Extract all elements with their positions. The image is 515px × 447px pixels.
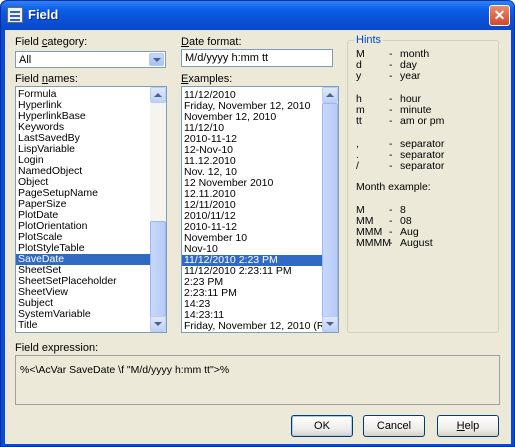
date-format-input[interactable] bbox=[182, 50, 332, 66]
examples-label: Examples: bbox=[181, 73, 233, 85]
hint-code: tt bbox=[356, 115, 362, 127]
scroll-thumb[interactable] bbox=[150, 221, 166, 317]
hints-group: Hints M - month d - day y - year h - hour m - minute tt… bbox=[347, 34, 499, 333]
hints-title: Hints bbox=[354, 34, 384, 46]
field-dialog: Field ✕ Field category: All Field names:… bbox=[0, 0, 515, 447]
dialog-body: Field category: All Field names: Formula… bbox=[5, 30, 511, 444]
date-format-label: Date format: bbox=[181, 36, 242, 48]
hint-meaning: August bbox=[400, 237, 433, 249]
field-category-value: All bbox=[19, 54, 32, 66]
window-title: Field bbox=[28, 7, 59, 22]
hint-dash: - bbox=[389, 115, 393, 127]
ok-button[interactable]: OK bbox=[291, 415, 353, 437]
hint-meaning: year bbox=[400, 70, 421, 82]
scroll-down-button[interactable] bbox=[322, 316, 338, 332]
scroll-up-button[interactable] bbox=[322, 87, 338, 103]
field-category-label: Field category: bbox=[15, 36, 88, 48]
field-dialog-icon bbox=[7, 7, 23, 23]
hint-code: MMMM bbox=[356, 237, 391, 249]
examples-scrollbar[interactable] bbox=[322, 87, 338, 332]
field-names-list[interactable]: Formula Hyperlink HyperlinkBase Keywords Las… bbox=[15, 86, 167, 333]
examples-items: 11/12/2010 Friday, November 12, 2010 Novem… bbox=[182, 90, 336, 332]
hint-meaning: separator bbox=[400, 160, 445, 172]
field-names-items: Formula Hyperlink HyperlinkBase Keywords Las… bbox=[16, 89, 150, 331]
scroll-down-button[interactable] bbox=[150, 316, 166, 332]
field-names-label: Field names: bbox=[15, 73, 78, 85]
hint-meaning: am or pm bbox=[400, 115, 445, 127]
field-expression-box: %<\AcVar SaveDate \f "M/d/yyyy h:mm tt">… bbox=[15, 355, 500, 405]
title-bar[interactable]: Field ✕ bbox=[1, 1, 514, 30]
close-button[interactable]: ✕ bbox=[489, 5, 510, 26]
list-item[interactable]: Friday, November 12, 2010 (Reg bbox=[182, 321, 336, 332]
hint-code: y bbox=[356, 70, 362, 82]
date-format-input-box[interactable] bbox=[181, 49, 333, 67]
hint-dash: - bbox=[389, 70, 393, 82]
scroll-up-button[interactable] bbox=[150, 87, 166, 103]
field-category-dropdown[interactable]: All bbox=[15, 51, 166, 68]
field-expression-text: %<\AcVar SaveDate \f "M/d/yyyy h:mm tt">… bbox=[20, 364, 230, 376]
scroll-thumb[interactable] bbox=[322, 103, 338, 318]
hint-code: / bbox=[356, 160, 359, 172]
field-expression-label: Field expression: bbox=[15, 342, 99, 354]
cancel-button[interactable]: Cancel bbox=[363, 415, 425, 437]
field-names-scrollbar[interactable] bbox=[150, 87, 166, 332]
list-item[interactable]: Title bbox=[16, 320, 150, 331]
examples-list[interactable]: 11/12/2010 Friday, November 12, 2010 Novem… bbox=[181, 86, 339, 333]
help-button[interactable]: Help bbox=[437, 415, 499, 437]
chevron-down-icon[interactable] bbox=[149, 53, 164, 66]
month-example-title: Month example: bbox=[356, 181, 431, 193]
hint-dash: - bbox=[389, 160, 393, 172]
hint-dash: - bbox=[389, 237, 393, 249]
